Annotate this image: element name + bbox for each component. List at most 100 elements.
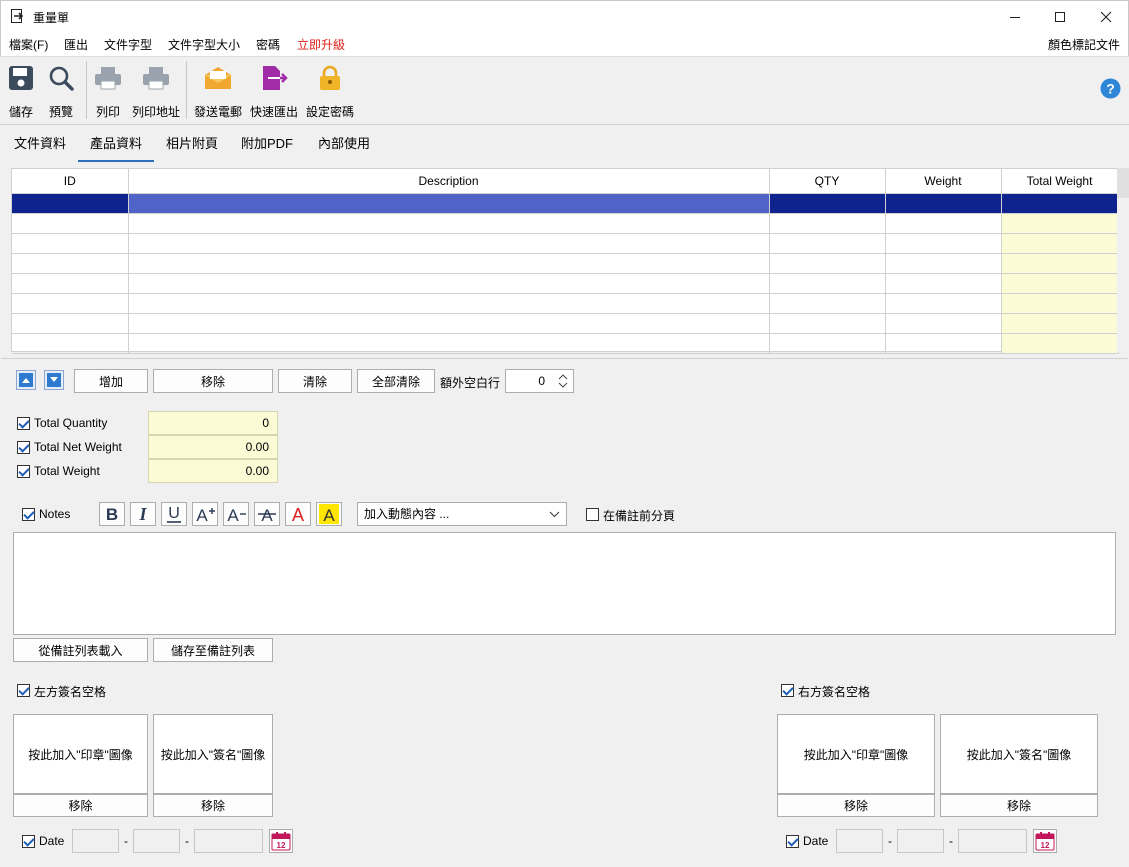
right-date-checkbox[interactable] bbox=[786, 835, 799, 848]
column-header-id[interactable]: ID bbox=[12, 169, 129, 194]
set-password-button[interactable]: 設定密碼 bbox=[306, 61, 354, 121]
toolbar-separator bbox=[186, 61, 187, 119]
left-remove-signature-button[interactable]: 移除 bbox=[153, 794, 273, 817]
menu-export[interactable]: 匯出 bbox=[64, 36, 88, 53]
left-date-month-field[interactable] bbox=[133, 829, 180, 853]
save-button[interactable]: 儲存 bbox=[5, 61, 37, 121]
dynamic-content-dropdown[interactable]: 加入動態內容 ... bbox=[357, 502, 567, 526]
svg-text:I: I bbox=[138, 506, 147, 522]
column-header-weight[interactable]: Weight bbox=[885, 169, 1002, 194]
move-down-button[interactable] bbox=[44, 370, 64, 390]
font-color-icon: A bbox=[292, 505, 304, 523]
font-color-button[interactable]: A bbox=[285, 502, 311, 526]
load-from-notes-list-button[interactable]: 從備註列表載入 bbox=[13, 638, 148, 662]
tab-photo-pages[interactable]: 相片附頁 bbox=[166, 133, 218, 152]
quick-export-button[interactable]: 快速匯出 bbox=[250, 61, 298, 121]
right-date-year-field[interactable] bbox=[958, 829, 1027, 853]
close-button[interactable] bbox=[1083, 1, 1129, 32]
tab-document-info[interactable]: 文件資料 bbox=[14, 133, 66, 152]
clear-all-button[interactable]: 全部清除 bbox=[357, 369, 435, 393]
menu-upgrade[interactable]: 立即升級 bbox=[297, 36, 345, 53]
page-break-before-notes-checkbox[interactable] bbox=[586, 508, 599, 521]
table-row-selected[interactable] bbox=[12, 193, 1119, 214]
table-row[interactable] bbox=[12, 213, 1119, 234]
extra-blank-rows-spinner[interactable]: 0 bbox=[505, 369, 574, 393]
save-to-notes-list-button[interactable]: 儲存至備註列表 bbox=[153, 638, 273, 662]
column-header-description[interactable]: Description bbox=[128, 169, 770, 194]
svg-text:12: 12 bbox=[1041, 841, 1050, 850]
menu-document-font-size[interactable]: 文件字型大小 bbox=[168, 36, 240, 53]
help-icon[interactable]: ? bbox=[1100, 78, 1121, 102]
total-quantity-checkbox[interactable] bbox=[17, 417, 30, 430]
notes-textarea[interactable] bbox=[13, 532, 1116, 635]
right-add-signature-image-button[interactable]: 按此加入"簽名"圖像 bbox=[940, 714, 1098, 794]
add-row-button[interactable]: 增加 bbox=[74, 369, 148, 393]
bold-button[interactable]: B bbox=[99, 502, 125, 526]
table-row[interactable] bbox=[12, 313, 1119, 334]
left-date-label: Date bbox=[39, 834, 65, 848]
table-row[interactable] bbox=[12, 293, 1119, 314]
preview-button[interactable]: 預覽 bbox=[45, 61, 77, 121]
move-up-button[interactable] bbox=[16, 370, 36, 390]
underline-button[interactable]: U bbox=[161, 502, 187, 526]
menu-password[interactable]: 密碼 bbox=[256, 36, 280, 53]
print-button[interactable]: 列印 bbox=[92, 61, 124, 121]
right-signature-checkbox[interactable] bbox=[781, 684, 794, 697]
right-remove-signature-button[interactable]: 移除 bbox=[940, 794, 1098, 817]
column-header-qty[interactable]: QTY bbox=[769, 169, 886, 194]
left-add-signature-image-button[interactable]: 按此加入"簽名"圖像 bbox=[153, 714, 273, 794]
tab-product-info[interactable]: 產品資料 bbox=[77, 133, 155, 162]
app-icon bbox=[11, 9, 25, 23]
highlight-color-button[interactable]: A bbox=[316, 502, 342, 526]
tab-internal-use[interactable]: 內部使用 bbox=[318, 133, 370, 152]
table-row[interactable] bbox=[12, 233, 1119, 254]
total-net-weight-checkbox[interactable] bbox=[17, 441, 30, 454]
left-date-year-field[interactable] bbox=[194, 829, 263, 853]
right-calendar-button[interactable]: 12 bbox=[1033, 829, 1057, 853]
right-remove-stamp-button[interactable]: 移除 bbox=[777, 794, 935, 817]
total-weight-value: 0.00 bbox=[148, 459, 278, 483]
send-email-button[interactable]: 發送電郵 bbox=[194, 61, 242, 121]
strikethrough-button[interactable]: A bbox=[254, 502, 280, 526]
tab-attach-pdf[interactable]: 附加PDF bbox=[241, 133, 293, 152]
decrease-font-button[interactable]: A bbox=[223, 502, 249, 526]
toolbar: 儲存 預覽 列印 列印地址 發送電郵 快速匯出 設定密碼 ? bbox=[0, 56, 1129, 125]
svg-text:U: U bbox=[168, 505, 180, 522]
increase-font-button[interactable]: A bbox=[192, 502, 218, 526]
window-title: 重量單 bbox=[33, 11, 70, 25]
right-add-stamp-image-button[interactable]: 按此加入"印章"圖像 bbox=[777, 714, 935, 794]
left-signature-checkbox[interactable] bbox=[17, 684, 30, 697]
printer-icon bbox=[143, 67, 169, 90]
italic-button[interactable]: I bbox=[130, 502, 156, 526]
left-signature-label: 左方簽名空格 bbox=[34, 685, 107, 699]
envelope-icon bbox=[205, 67, 231, 89]
left-calendar-button[interactable]: 12 bbox=[269, 829, 293, 853]
underline-icon: U bbox=[167, 505, 181, 523]
left-add-stamp-image-button[interactable]: 按此加入"印章"圖像 bbox=[13, 714, 148, 794]
notes-checkbox[interactable] bbox=[22, 508, 35, 521]
menu-color-tag[interactable]: 顏色標記文件 bbox=[1048, 36, 1120, 53]
table-row[interactable] bbox=[12, 273, 1119, 294]
menu-file[interactable]: 檔案(F) bbox=[9, 36, 48, 53]
maximize-button[interactable] bbox=[1037, 1, 1083, 32]
menu-document-font[interactable]: 文件字型 bbox=[104, 36, 152, 53]
minimize-button[interactable] bbox=[992, 1, 1038, 32]
table-row[interactable] bbox=[12, 253, 1119, 274]
left-date-checkbox[interactable] bbox=[22, 835, 35, 848]
table-row[interactable] bbox=[12, 333, 1119, 354]
right-date-day-field[interactable] bbox=[836, 829, 883, 853]
left-date-day-field[interactable] bbox=[72, 829, 119, 853]
right-date-month-field[interactable] bbox=[897, 829, 944, 853]
remove-row-button[interactable]: 移除 bbox=[153, 369, 273, 393]
column-header-total-weight[interactable]: Total Weight bbox=[1001, 169, 1119, 194]
total-weight-checkbox[interactable] bbox=[17, 465, 30, 478]
print-address-button[interactable]: 列印地址 bbox=[132, 61, 180, 121]
grid-scrollbar[interactable] bbox=[1117, 168, 1129, 352]
extra-blank-rows-value: 0 bbox=[538, 374, 545, 388]
left-remove-stamp-button[interactable]: 移除 bbox=[13, 794, 148, 817]
clear-row-button[interactable]: 清除 bbox=[278, 369, 352, 393]
product-grid[interactable]: ID Description QTY Weight Total Weight bbox=[11, 168, 1119, 354]
date-separator: - bbox=[949, 834, 953, 848]
spinner-arrows-icon[interactable] bbox=[557, 373, 569, 389]
font-increase-icon: A bbox=[196, 506, 215, 523]
